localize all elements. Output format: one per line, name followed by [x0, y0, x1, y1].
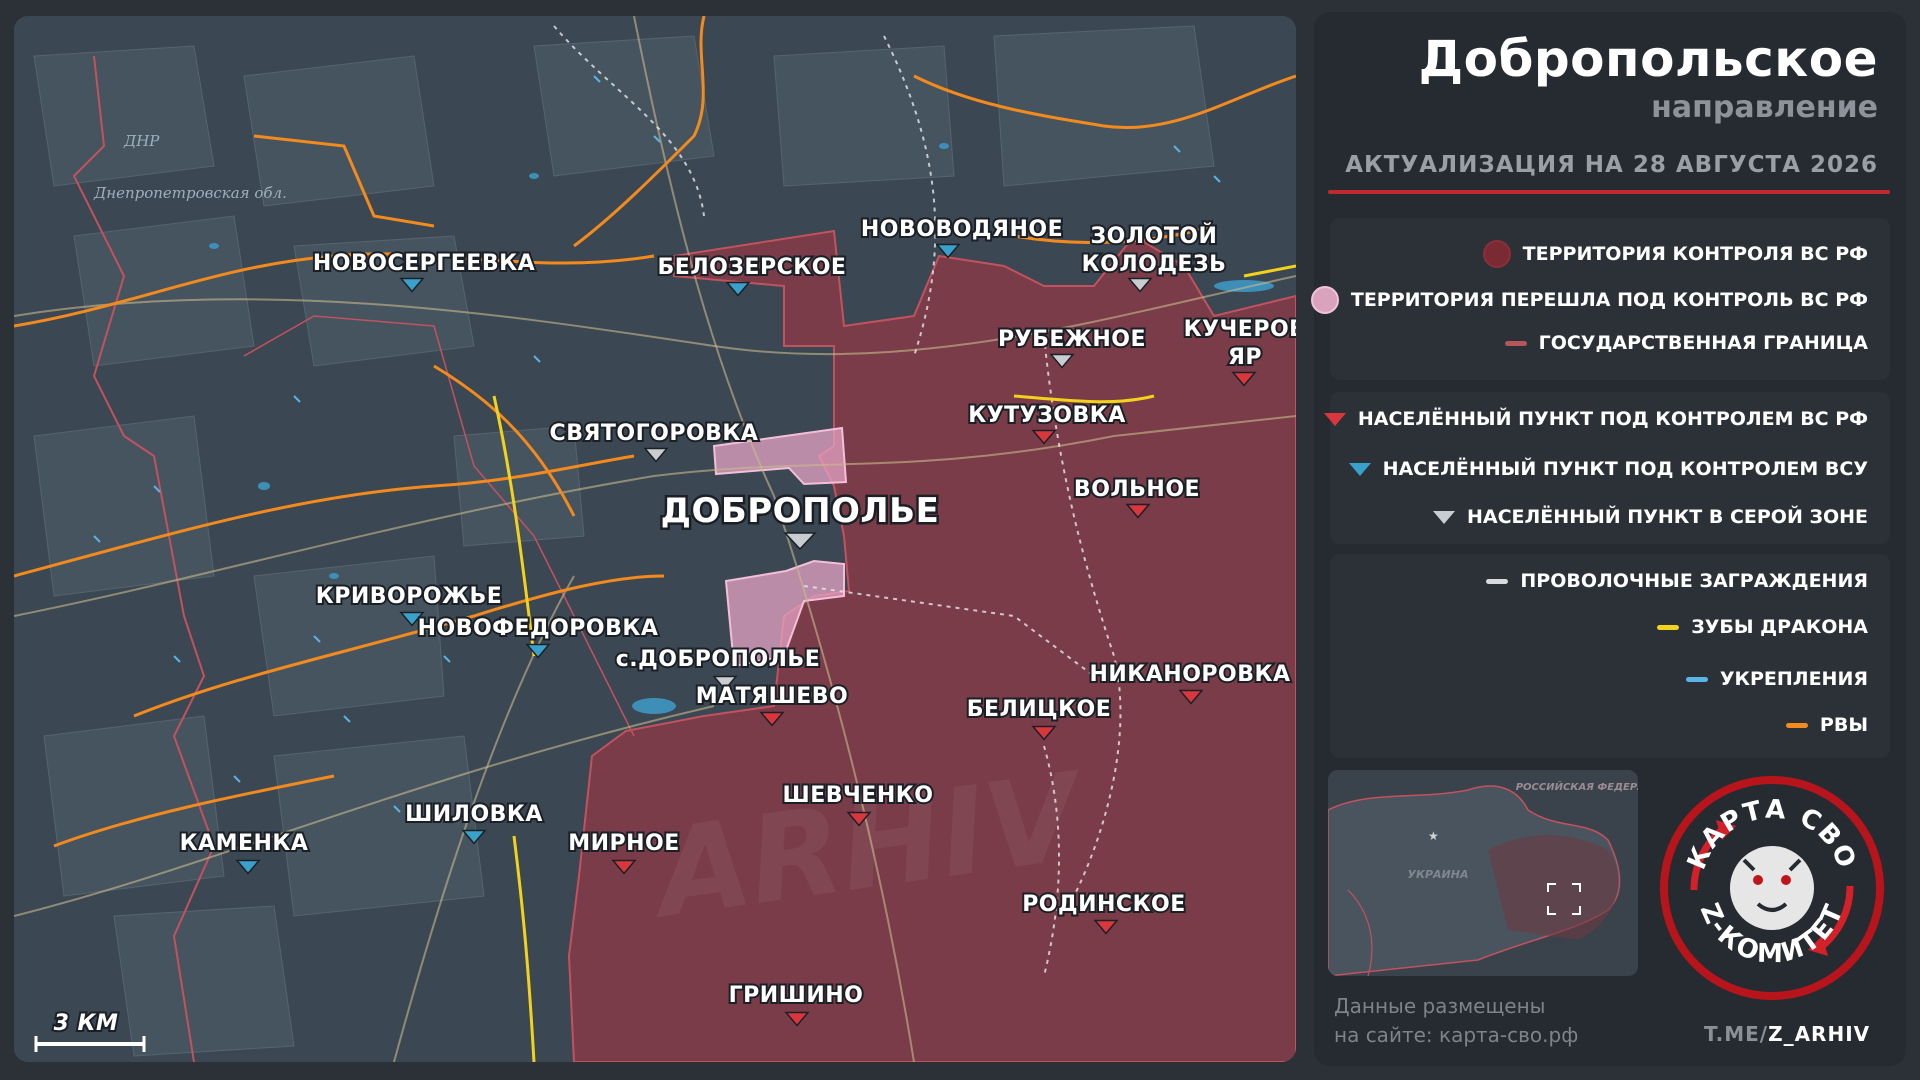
- legend-fortification: УКРЕПЛЕНИЯ: [1685, 668, 1868, 690]
- overview-minimap[interactable]: РОССИЙСКАЯ ФЕДЕРАЦИЯ УКРАИНА ★: [1328, 770, 1638, 976]
- settlement-label[interactable]: ШЕВЧЕНКО: [781, 781, 935, 810]
- settlement-label[interactable]: НОВОВОДЯНОЕ: [859, 215, 1065, 244]
- minimap-russia-label: РОССИЙСКАЯ ФЕДЕРАЦИЯ: [1516, 780, 1638, 793]
- map-canvas[interactable]: ДНР Днепропетровская обл. ARHIV НОВОСЕРГ…: [14, 16, 1296, 1062]
- dragon-teeth-swatch: [1657, 624, 1680, 630]
- blue-triangle-icon: [1348, 462, 1371, 476]
- settlement-label[interactable]: НИКАНОРОВКА: [1087, 660, 1292, 689]
- settlement-label[interactable]: ДОБРОПОЛЬЕ: [658, 489, 941, 534]
- settlement-label[interactable]: с.ДОБРОПОЛЬЕ: [614, 645, 822, 674]
- settlement-label[interactable]: ЗОЛОТОЙ: [1089, 221, 1219, 251]
- legend-wire: ПРОВОЛОЧНЫЕ ЗАГРАЖДЕНИЯ: [1486, 570, 1868, 592]
- fortification-swatch: [1685, 676, 1708, 682]
- settlement-label[interactable]: НОВОСЕРГЕЕВКА: [311, 249, 537, 278]
- legend-transferred: ТЕРРИТОРИЯ ПЕРЕШЛА ПОД КОНТРОЛЬ ВС РФ: [1310, 286, 1868, 314]
- settlement-label[interactable]: СВЯТОГОРОВКА: [548, 419, 760, 448]
- scale-label: 3 КМ: [54, 1011, 119, 1036]
- update-date: АКТУАЛИЗАЦИЯ НА 28 АВГУСТА 2026: [1345, 152, 1878, 178]
- legend-dragon-teeth: ЗУБЫ ДРАКОНА: [1657, 616, 1868, 638]
- settlement-label[interactable]: ВОЛЬНОЕ: [1072, 475, 1202, 504]
- karta-svo-logo: КАРТА СВО Z-КОМИТЕТ: [1660, 776, 1884, 1000]
- wire-swatch: [1486, 578, 1509, 584]
- settlement-label[interactable]: МИРНОЕ: [566, 829, 681, 858]
- settlement-label[interactable]: БЕЛОЗЕРСКОЕ: [656, 253, 848, 282]
- legend-settlements: НАСЕЛЁННЫЙ ПУНКТ ПОД КОНТРОЛЕМ ВС РФ НАС…: [1323, 392, 1890, 544]
- minimap-ukraine-label: УКРАИНА: [1408, 868, 1469, 881]
- map-title: Добропольское: [1418, 30, 1878, 88]
- gray-triangle-icon: [1433, 510, 1455, 524]
- settlement-label[interactable]: ШИЛОВКА: [403, 800, 544, 829]
- map-panel[interactable]: ДНР Днепропетровская обл. ARHIV НОВОСЕРГ…: [14, 16, 1296, 1062]
- red-triangle-icon: [1323, 412, 1346, 426]
- settlement-label[interactable]: КУЧЕРОВ: [1182, 315, 1296, 344]
- legend-ditches: РВЫ: [1785, 714, 1868, 736]
- settlement-label[interactable]: КРИВОРОЖЬЕ: [314, 582, 504, 611]
- title-divider: [1328, 190, 1890, 194]
- legend-rf-control: ТЕРРИТОРИЯ КОНТРОЛЯ ВС РФ: [1482, 240, 1868, 268]
- source-link[interactable]: на сайте: карта-сво.рф: [1334, 1021, 1578, 1050]
- legend-territory: ТЕРРИТОРИЯ КОНТРОЛЯ ВС РФ ТЕРРИТОРИЯ ПЕР…: [1310, 218, 1890, 380]
- lion-head-icon: [1730, 846, 1814, 930]
- settlement-label[interactable]: КОЛОДЕЗЬ: [1080, 250, 1228, 279]
- map-subtitle: направление: [1651, 90, 1878, 125]
- state-border-swatch: [1504, 340, 1527, 346]
- legend-settlement-gray: НАСЕЛЁННЫЙ ПУНКТ В СЕРОЙ ЗОНЕ: [1433, 506, 1868, 528]
- settlement-label[interactable]: КАМЕНКА: [178, 829, 310, 858]
- legend-panel: Добропольское направление АКТУАЛИЗАЦИЯ Н…: [1310, 12, 1906, 1066]
- settlement-label[interactable]: МАТЯШЕВО: [694, 682, 850, 711]
- settlement-label[interactable]: НОВОФЕДОРОВКА: [416, 614, 660, 643]
- settlement-label[interactable]: ЯР: [1226, 343, 1264, 372]
- legend-settlement-rf: НАСЕЛЁННЫЙ ПУНКТ ПОД КОНТРОЛЕМ ВС РФ: [1323, 408, 1868, 430]
- settlement-label[interactable]: РОДИНСКОЕ: [1020, 890, 1187, 919]
- region-label-dnr: ДНР: [123, 132, 160, 150]
- rf-control-swatch: [1482, 240, 1511, 268]
- settlement-label[interactable]: КУТУЗОВКА: [966, 401, 1127, 430]
- settlement-label[interactable]: БЕЛИЦКОЕ: [965, 695, 1113, 724]
- data-source: Данные размещены на сайте: карта-сво.рф: [1334, 992, 1578, 1050]
- region-label-dnepr: Днепропетровская обл.: [93, 184, 287, 202]
- settlement-label[interactable]: РУБЕЖНОЕ: [996, 325, 1147, 354]
- telegram-link[interactable]: T.ME/Z_ARHIV: [1704, 1022, 1870, 1046]
- legend-state-border: ГОСУДАРСТВЕННАЯ ГРАНИЦА: [1504, 332, 1868, 354]
- legend-settlement-ua: НАСЕЛЁННЫЙ ПУНКТ ПОД КОНТРОЛЕМ ВСУ: [1348, 458, 1868, 480]
- transferred-swatch: [1310, 286, 1339, 314]
- settlement-label[interactable]: ГРИШИНО: [727, 981, 865, 1010]
- capital-star-icon: ★: [1428, 829, 1439, 843]
- ditches-swatch: [1785, 722, 1808, 728]
- legend-fortifications: ПРОВОЛОЧНЫЕ ЗАГРАЖДЕНИЯ ЗУБЫ ДРАКОНА УКР…: [1330, 554, 1890, 758]
